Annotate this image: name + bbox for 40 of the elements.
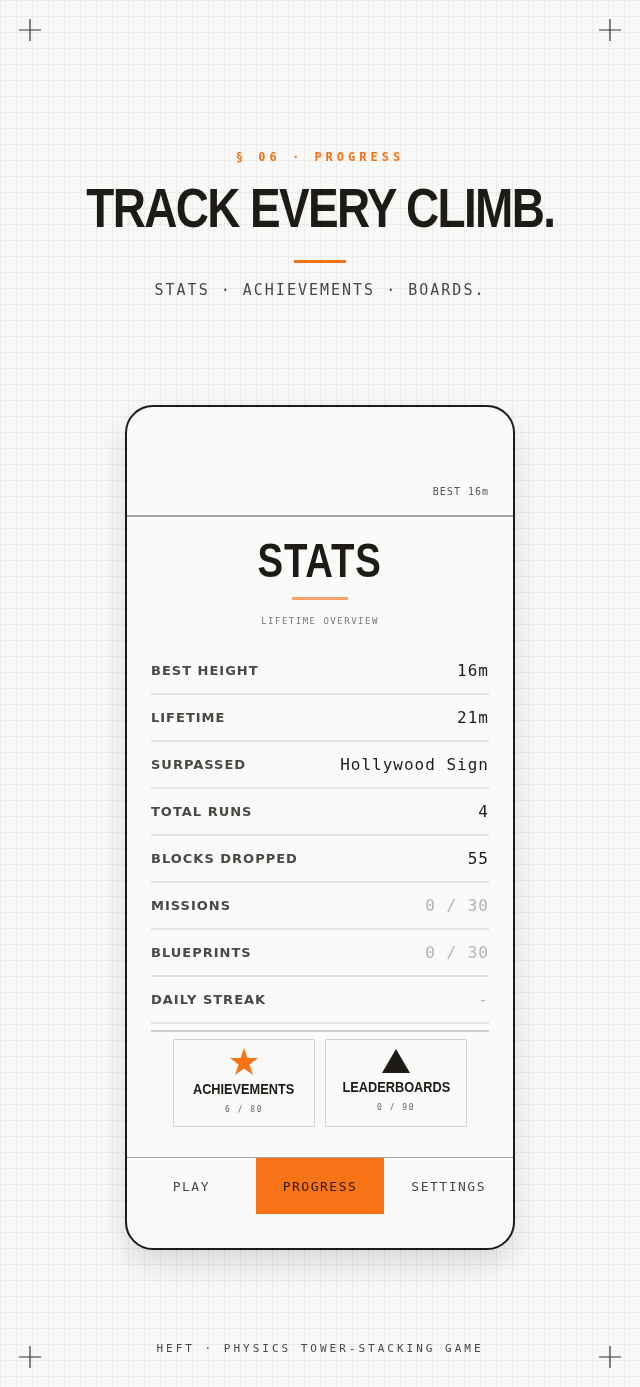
nav-tab[interactable]: PROGRESS bbox=[255, 1158, 385, 1214]
card-count: 0 / 90 bbox=[377, 1103, 415, 1112]
stat-label: MISSIONS bbox=[151, 898, 232, 913]
stat-value: 21m bbox=[457, 708, 489, 727]
subtitle: STATS · ACHIEVEMENTS · BOARDS. bbox=[154, 281, 486, 299]
stat-label: BLUEPRINTS bbox=[151, 945, 252, 960]
card-count: 6 / 80 bbox=[225, 1105, 263, 1114]
accent-rule bbox=[292, 597, 348, 600]
best-height-label: BEST 16m bbox=[432, 486, 489, 497]
stat-label: DAILY STREAK bbox=[151, 992, 267, 1007]
card-title: ACHIEVEMENTS bbox=[193, 1080, 295, 1097]
stat-label: SURPASSED bbox=[151, 757, 247, 772]
footer-caption: HEFT · PHYSICS TOWER-STACKING GAME bbox=[156, 1342, 484, 1355]
stat-label: BEST HEIGHT bbox=[151, 663, 259, 678]
stat-value: 55 bbox=[467, 849, 489, 868]
stat-label: LIFETIME bbox=[151, 710, 226, 725]
nav-tab[interactable]: PLAY bbox=[127, 1158, 256, 1214]
stat-value: 0 / 30 bbox=[425, 943, 489, 962]
stat-value: 0 / 30 bbox=[425, 896, 489, 915]
crosshair-icon bbox=[19, 19, 41, 41]
screen-title: STATS bbox=[257, 533, 383, 589]
accent-rule bbox=[294, 260, 346, 263]
screen-caption: LIFETIME OVERVIEW bbox=[261, 616, 379, 626]
stat-value: - bbox=[478, 990, 489, 1009]
stat-label: TOTAL RUNS bbox=[151, 804, 253, 819]
stat-value: Hollywood Sign bbox=[340, 755, 489, 774]
triangle-icon bbox=[381, 1048, 411, 1074]
menu-card[interactable]: ACHIEVEMENTS 6 / 80 bbox=[173, 1039, 315, 1127]
menu-card[interactable]: LEADERBOARDS 0 / 90 bbox=[325, 1039, 467, 1127]
stat-value: 4 bbox=[478, 802, 489, 821]
headline: TRACK EVERY CLIMB. bbox=[86, 176, 554, 240]
crosshair-icon bbox=[599, 1346, 621, 1368]
star-icon bbox=[229, 1048, 259, 1076]
crosshair-icon bbox=[599, 19, 621, 41]
stat-value: 16m bbox=[457, 661, 489, 680]
section-eyebrow: § 06 · PROGRESS bbox=[235, 150, 405, 164]
stat-label: BLOCKS DROPPED bbox=[151, 851, 298, 866]
nav-tab[interactable]: SETTINGS bbox=[384, 1158, 513, 1214]
card-title: LEADERBOARDS bbox=[342, 1078, 450, 1095]
crosshair-icon bbox=[19, 1346, 41, 1368]
